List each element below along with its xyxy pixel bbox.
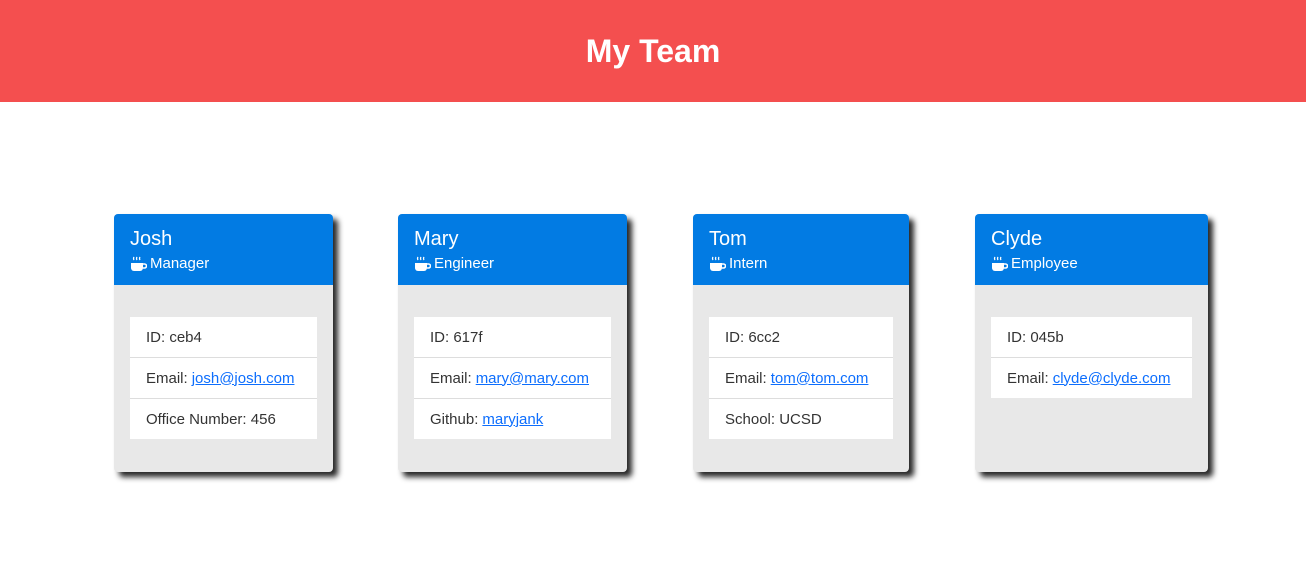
email-label: Email: [725,369,767,387]
id-text: ID: 045b [1007,328,1064,346]
role-label: Employee [1011,255,1078,272]
coffee-cup-icon [131,256,147,271]
employee-info-list: ID: 617f Email: mary@mary.com Github: ma… [414,317,611,439]
list-item-id: ID: ceb4 [130,317,317,357]
email-link[interactable]: josh@josh.com [192,370,295,387]
card-header: Clyde Employee [975,214,1208,285]
employee-name: Tom [709,228,747,250]
coffee-cup-icon [415,256,431,271]
employee-card-josh: Josh Manager ID: ceb4 Email: josh@josh.c… [114,214,333,472]
page-header: My Team [0,0,1306,102]
employee-card-mary: Mary Engineer ID: 617f Email: mary@mary.… [398,214,627,472]
list-item-id: ID: 6cc2 [709,317,893,357]
card-header: Josh Manager [114,214,333,285]
employee-role: Intern [709,254,893,274]
id-text: ID: 617f [430,328,483,346]
employee-card-tom: Tom Intern ID: 6cc2 Email: tom@tom.com S… [693,214,909,472]
employee-info-list: ID: 6cc2 Email: tom@tom.com School: UCSD [709,317,893,439]
list-item-email: Email: tom@tom.com [709,357,893,398]
list-item-school: School: UCSD [709,398,893,439]
role-label: Engineer [434,255,495,272]
employee-name: Mary [414,228,459,250]
school-text: School: UCSD [725,410,822,428]
email-link[interactable]: clyde@clyde.com [1053,370,1171,387]
id-text: ID: ceb4 [146,328,202,346]
list-item-github: Github: maryjank [414,398,611,439]
coffee-cup-icon [710,256,726,271]
role-label: Intern [729,255,768,272]
list-item-email: Email: mary@mary.com [414,357,611,398]
github-label: Github: [430,410,479,428]
list-item-id: ID: 617f [414,317,611,357]
coffee-cup-icon [992,256,1008,271]
role-label: Manager [150,255,210,272]
card-header: Tom Intern [693,214,909,285]
employee-role: Employee [991,254,1192,274]
email-label: Email: [1007,369,1049,387]
email-link[interactable]: mary@mary.com [476,370,589,387]
email-link[interactable]: tom@tom.com [771,370,869,387]
email-label: Email: [430,369,472,387]
list-item-id: ID: 045b [991,317,1192,357]
employee-info-list: ID: 045b Email: clyde@clyde.com [991,317,1192,398]
github-link[interactable]: maryjank [482,411,543,428]
card-header: Mary Engineer [398,214,627,285]
id-text: ID: 6cc2 [725,328,781,346]
employee-card-clyde: Clyde Employee ID: 045b Email: clyde@cly… [975,214,1208,472]
email-label: Email: [146,369,188,387]
employee-role: Engineer [414,254,611,274]
list-item-email: Email: clyde@clyde.com [991,357,1192,398]
employee-name: Clyde [991,228,1043,250]
office-number-text: Office Number: 456 [146,410,276,428]
list-item-office-number: Office Number: 456 [130,398,317,439]
page-title: My Team [585,32,721,69]
employee-role: Manager [130,254,317,274]
list-item-email: Email: josh@josh.com [130,357,317,398]
employee-info-list: ID: ceb4 Email: josh@josh.com Office Num… [130,317,317,439]
employee-name: Josh [130,228,173,250]
